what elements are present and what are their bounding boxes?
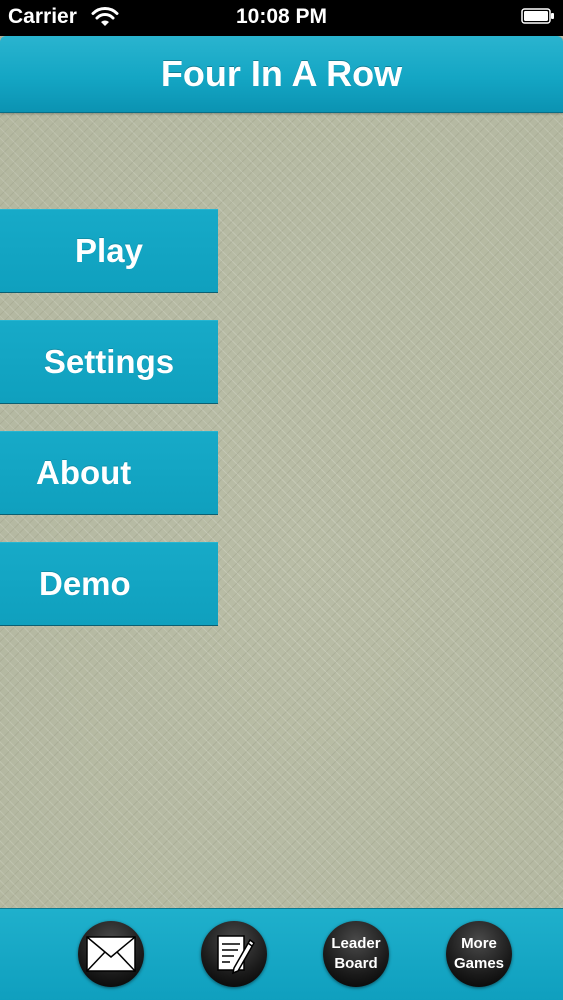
- leaderboard-button[interactable]: Leader Board: [323, 921, 389, 987]
- app-screen: Carrier 10:08 PM Four In A Row Play Sett…: [0, 0, 563, 1000]
- play-button[interactable]: Play: [0, 209, 218, 293]
- demo-button[interactable]: Demo: [0, 542, 218, 626]
- settings-button-label: Settings: [43, 343, 175, 380]
- battery-icon: [521, 8, 554, 24]
- settings-button[interactable]: Settings: [0, 320, 218, 404]
- notepad-pencil-icon: [217, 935, 255, 975]
- notes-button[interactable]: [201, 921, 267, 987]
- about-button[interactable]: About: [0, 431, 218, 515]
- about-button-label: About: [36, 454, 132, 491]
- play-button-label: Play: [75, 232, 143, 269]
- leaderboard-label: Leader Board: [331, 935, 381, 972]
- demo-button-label: Demo: [39, 565, 131, 602]
- status-bar: Carrier 10:08 PM: [0, 0, 563, 36]
- mail-button[interactable]: [78, 921, 144, 987]
- tab-bar: Leader Board More Games: [0, 908, 563, 1000]
- navigation-bar: Four In A Row: [0, 36, 563, 113]
- status-time: 10:08 PM: [235, 5, 328, 28]
- more-games-button[interactable]: More Games: [446, 921, 512, 987]
- envelope-icon: [86, 936, 136, 972]
- page-title: Four In A Row: [160, 53, 403, 94]
- more-games-label: More Games: [453, 935, 505, 972]
